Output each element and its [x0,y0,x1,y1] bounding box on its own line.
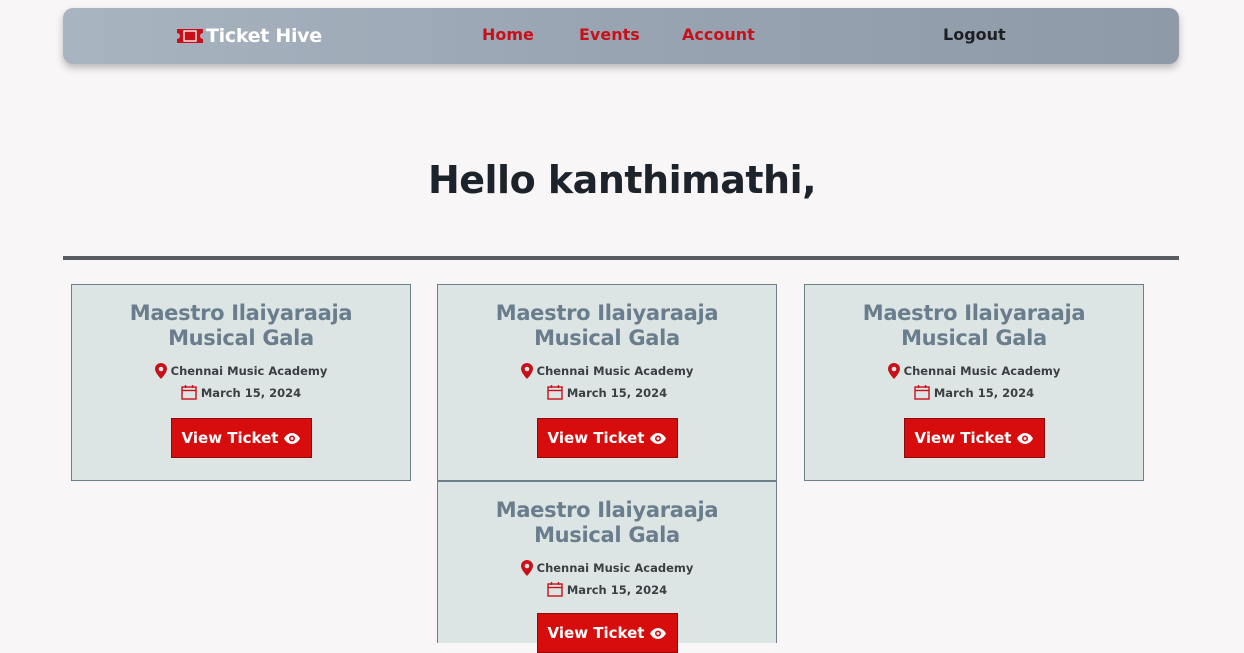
eye-icon [1017,432,1034,444]
map-pin-icon [520,363,533,379]
venue-text: Chennai Music Academy [903,364,1061,378]
date-row: March 15, 2024 [72,385,410,400]
calendar-icon [547,385,563,400]
ticket-card: Maestro Ilaiyaraaja Musical Gala Chennai… [437,481,777,653]
venue-text: Chennai Music Academy [536,364,694,378]
view-ticket-button[interactable]: View Ticket [536,418,678,458]
event-title: Maestro Ilaiyaraaja Musical Gala [129,301,353,350]
nav-account-link[interactable]: Account [682,25,755,44]
ticket-card: Maestro Ilaiyaraaja Musical Gala Chennai… [71,284,411,481]
brand[interactable]: Ticket Hive [176,22,322,50]
logout-link[interactable]: Logout [943,25,1006,44]
ticket-card: Maestro Ilaiyaraaja Musical Gala Chennai… [437,284,777,481]
nav-home-link[interactable]: Home [482,25,534,44]
view-ticket-label: View Ticket [547,429,645,447]
event-title: Maestro Ilaiyaraaja Musical Gala [495,498,719,547]
map-pin-icon [520,560,533,576]
ticket-icon [177,29,203,43]
divider [63,256,1179,260]
date-row: March 15, 2024 [438,582,776,597]
calendar-icon [181,385,197,400]
nav-events-link[interactable]: Events [579,25,640,44]
eye-icon [284,432,301,444]
venue-row: Chennai Music Academy [438,363,776,379]
venue-text: Chennai Music Academy [536,561,694,575]
date-text: March 15, 2024 [566,582,668,597]
event-title: Maestro Ilaiyaraaja Musical Gala [862,301,1086,350]
map-pin-icon [154,363,167,379]
venue-row: Chennai Music Academy [805,363,1143,379]
date-row: March 15, 2024 [438,385,776,400]
eye-icon [650,432,667,444]
view-ticket-label: View Ticket [914,429,1012,447]
eye-icon [650,627,667,639]
view-ticket-button[interactable]: View Ticket [903,418,1045,458]
navbar: Ticket Hive Home Events Account Logout [63,8,1179,64]
calendar-icon [914,385,930,400]
view-ticket-button[interactable]: View Ticket [536,613,678,653]
date-text: March 15, 2024 [933,385,1035,400]
view-ticket-label: View Ticket [181,429,279,447]
calendar-icon [547,582,563,597]
venue-row: Chennai Music Academy [438,560,776,576]
event-title: Maestro Ilaiyaraaja Musical Gala [495,301,719,350]
date-row: March 15, 2024 [805,385,1143,400]
venue-text: Chennai Music Academy [170,364,328,378]
map-pin-icon [887,363,900,379]
view-ticket-button[interactable]: View Ticket [170,418,312,458]
brand-name: Ticket Hive [206,25,322,47]
venue-row: Chennai Music Academy [72,363,410,379]
view-ticket-label: View Ticket [547,624,645,642]
date-text: March 15, 2024 [566,385,668,400]
date-text: March 15, 2024 [200,385,302,400]
ticket-card: Maestro Ilaiyaraaja Musical Gala Chennai… [804,284,1144,481]
greeting-heading: Hello kanthimathi, [427,158,817,202]
